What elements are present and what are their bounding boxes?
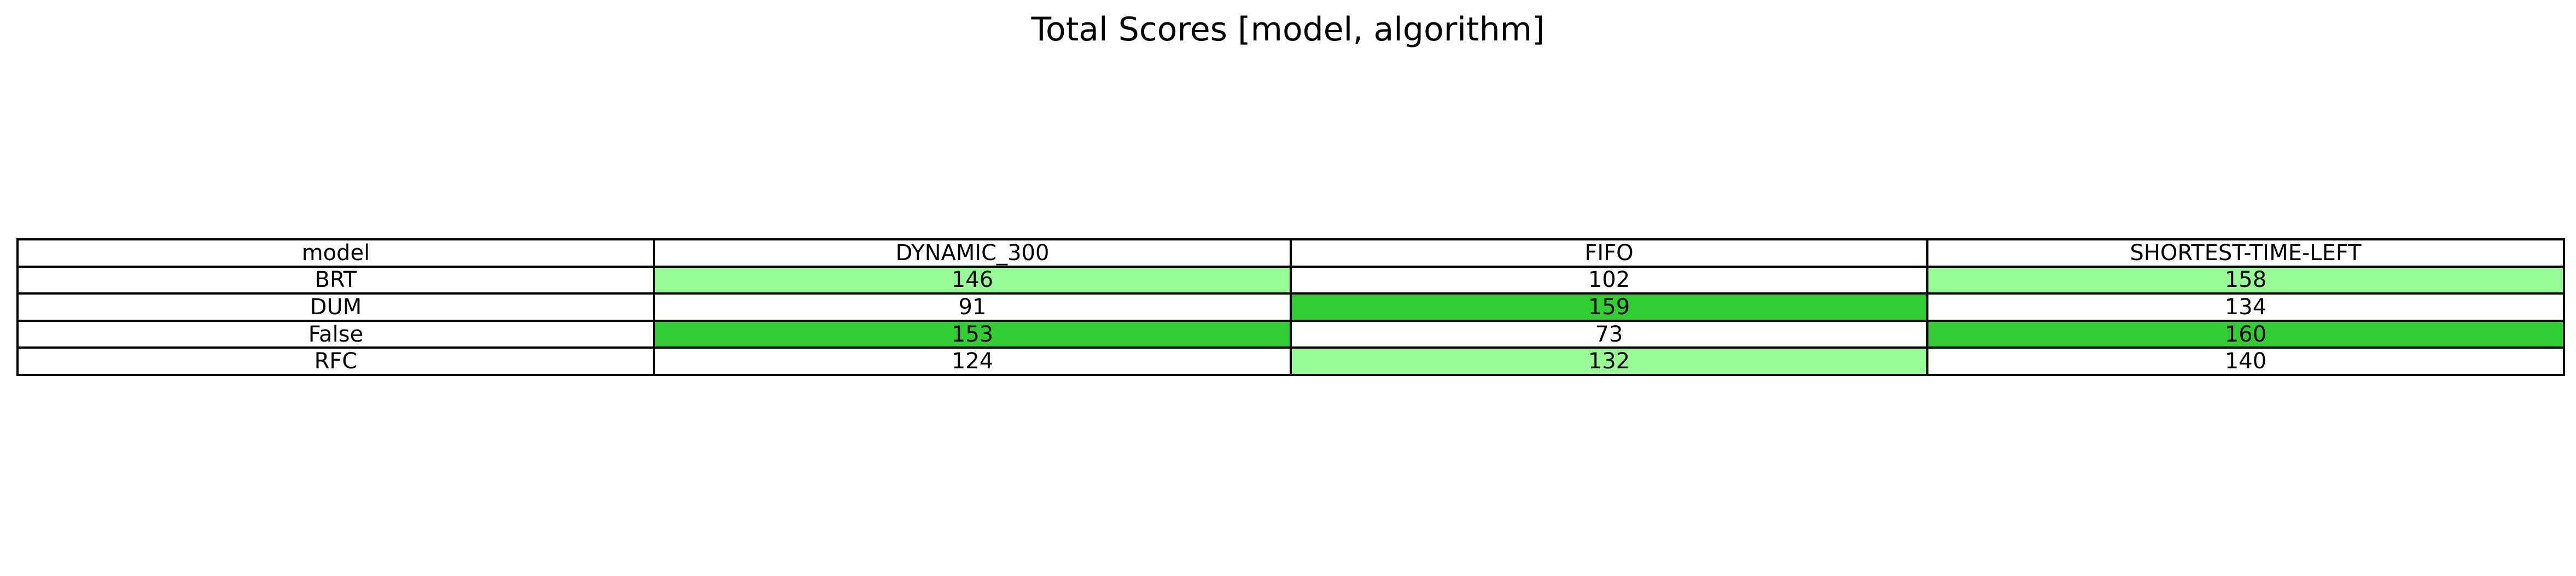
header-cell-dynamic-300: DYNAMIC_300: [653, 238, 1292, 268]
score-cell: 146: [653, 265, 1292, 295]
scores-table: model DYNAMIC_300 FIFO SHORTEST-TIME-LEF…: [16, 238, 2565, 376]
row-label-cell: False: [16, 319, 655, 349]
score-cell: 124: [653, 346, 1292, 376]
table-row: False 153 73 160: [16, 319, 2565, 349]
score-cell: 160: [1926, 319, 2565, 349]
header-cell-fifo: FIFO: [1290, 238, 1928, 268]
score-cell: 73: [1290, 319, 1928, 349]
score-cell: 91: [653, 292, 1292, 322]
table-row: BRT 146 102 158: [16, 265, 2565, 295]
row-label-cell: DUM: [16, 292, 655, 322]
header-cell-model: model: [16, 238, 655, 268]
score-cell: 159: [1290, 292, 1928, 322]
score-cell: 140: [1926, 346, 2565, 376]
score-cell: 153: [653, 319, 1292, 349]
table-row: RFC 124 132 140: [16, 346, 2565, 376]
header-cell-shortest-time-left: SHORTEST-TIME-LEFT: [1926, 238, 2565, 268]
table-row: DUM 91 159 134: [16, 292, 2565, 322]
row-label-cell: RFC: [16, 346, 655, 376]
score-cell: 158: [1926, 265, 2565, 295]
row-label-cell: BRT: [16, 265, 655, 295]
table-header-row: model DYNAMIC_300 FIFO SHORTEST-TIME-LEF…: [16, 238, 2565, 268]
score-cell: 102: [1290, 265, 1928, 295]
chart-title: Total Scores [model, algorithm]: [1031, 10, 1545, 49]
score-cell: 132: [1290, 346, 1928, 376]
score-cell: 134: [1926, 292, 2565, 322]
table-body: model DYNAMIC_300 FIFO SHORTEST-TIME-LEF…: [16, 238, 2565, 376]
